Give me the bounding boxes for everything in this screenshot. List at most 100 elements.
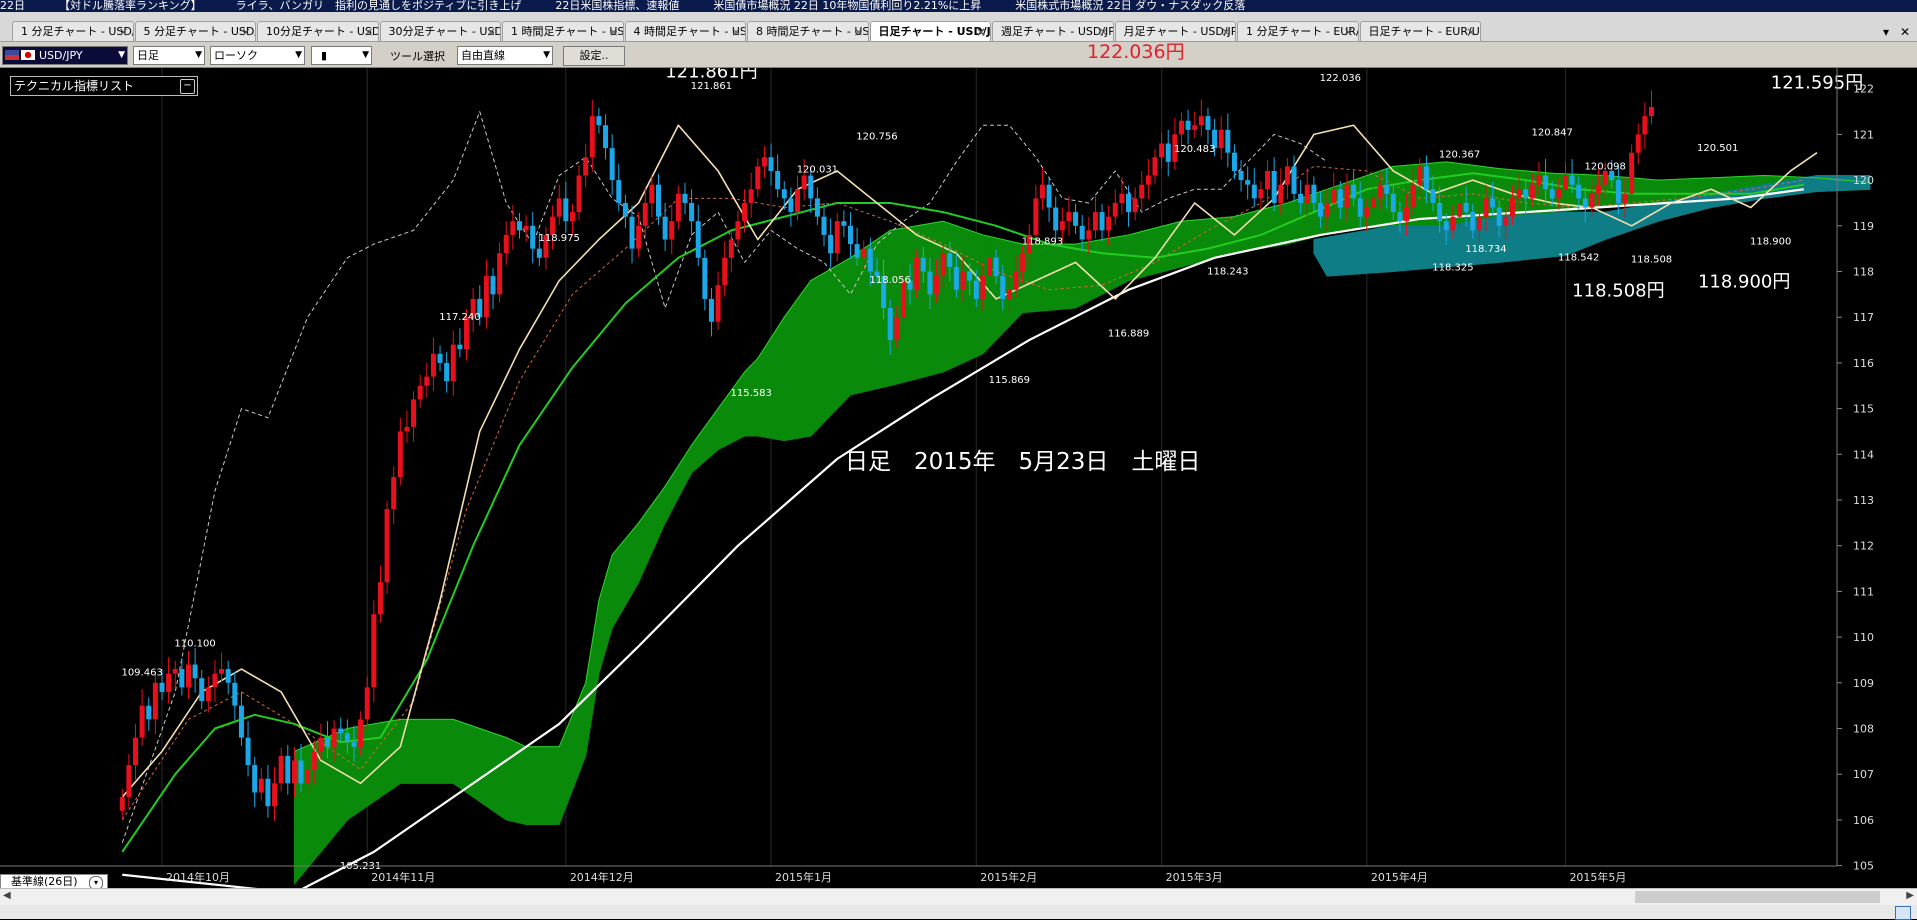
candle-body [1311, 184, 1317, 203]
candle-body [1337, 189, 1343, 208]
candle-body [1417, 166, 1423, 185]
close-icon[interactable]: ✕ [1900, 25, 1910, 39]
candle-body [1231, 152, 1237, 171]
news-ticker[interactable]: 22日 【対ドル騰落率ランキング】 ライラ、バンガリ 指利の見通しをポジティブに引き… [0, 0, 1917, 12]
candle-body [384, 509, 390, 583]
candle-body [1324, 202, 1330, 217]
chart-tab[interactable]: 10分足チャート - USD, × [257, 21, 379, 41]
chart-tab[interactable]: 1 時間足チャート - US × [502, 21, 624, 41]
candle-body [675, 193, 681, 222]
candle-body [1476, 216, 1482, 231]
tab-close-icon[interactable]: × [241, 22, 251, 41]
price-annotation: 116.889 [1108, 328, 1149, 339]
chart-tab-bar: ▾ ✕ 1 分足チャート - USD/× 5 分足チャート - USD/× 10分足… [0, 12, 1917, 42]
chart-tab[interactable]: 8 時間足チャート - US × [747, 21, 869, 41]
tab-close-icon[interactable]: × [1466, 22, 1476, 41]
candle-body [424, 376, 430, 386]
candle-body [834, 221, 840, 254]
ticker-item[interactable]: 【対ドル騰落率ランキング】 [59, 0, 202, 12]
candle-body [589, 116, 595, 158]
x-tick-label: 2015年2月 [980, 870, 1037, 884]
ticker-item[interactable]: 22日米国株指標、速報値 [555, 0, 679, 12]
chart-tab[interactable]: 1 分足チャート - EUR/× [1237, 21, 1359, 41]
candle-body [953, 266, 959, 290]
chart-tab[interactable]: 4 時間足チャート - US × [624, 21, 746, 41]
candle-body [1457, 202, 1463, 217]
candle-body [278, 755, 284, 784]
candle-body [689, 202, 695, 222]
timeframe-select[interactable]: 日足 ▼ [133, 46, 205, 65]
chevron-down-icon: ▼ [362, 50, 369, 60]
candle-body [1159, 143, 1165, 158]
chart-tab[interactable]: 日足チャート - EUR/US × [1359, 21, 1481, 41]
scrollbar-thumb[interactable] [1635, 891, 1880, 903]
scroll-left-icon[interactable]: ◀ [3, 890, 11, 901]
tab-close-icon[interactable]: × [118, 22, 128, 41]
candle-body [1304, 184, 1310, 203]
collapse-icon[interactable]: − [180, 79, 195, 94]
candle-body [1185, 120, 1191, 130]
ticker-item[interactable]: 22日 [0, 0, 25, 12]
ticker-item[interactable]: 米国株式市場概況 22日 ダウ・ナスダック反落 [1015, 0, 1245, 12]
candle-body [1357, 198, 1363, 217]
horizontal-scrollbar[interactable]: ◀ ▶ [0, 888, 1917, 905]
current-price-tag: 122.036円 [1087, 41, 1185, 63]
tab-close-icon[interactable]: × [486, 22, 496, 41]
settings-button[interactable]: 設定.. [563, 46, 625, 66]
tab-close-icon[interactable]: × [608, 22, 618, 41]
tab-close-icon[interactable]: × [363, 22, 373, 41]
candle-body [1589, 193, 1595, 208]
tab-close-icon[interactable]: × [731, 22, 741, 41]
chart-tab[interactable]: 1 分足チャート - USD/× [12, 21, 134, 41]
candle-body [1152, 157, 1158, 176]
candle-body [1073, 212, 1079, 226]
candlestick-chart[interactable]: 109.463110.100105.231117.240118.975121.8… [0, 68, 1917, 888]
chart-type-select[interactable]: ローソク ▼ [210, 46, 305, 65]
candle-body [1629, 152, 1635, 194]
currency-pair-select[interactable]: USD/JPY ▼ [2, 46, 128, 65]
candle-body [397, 431, 403, 478]
candle-body [1238, 170, 1244, 181]
candle-body [1523, 189, 1529, 199]
candle-body [417, 385, 423, 400]
tab-menu-icon[interactable]: ▾ [1883, 25, 1889, 39]
tab-close-icon[interactable]: × [853, 22, 863, 41]
scroll-right-icon[interactable]: ▶ [1906, 890, 1914, 901]
candle-body [708, 298, 714, 322]
candle-body [1205, 116, 1211, 130]
candle-body [1529, 184, 1535, 199]
x-tick-label: 2014年11月 [371, 870, 435, 884]
ticker-item[interactable]: ライラ、バンガリ 指利の見通しをポジティブに引き上げ [236, 0, 522, 12]
price-annotation: 120.483 [1174, 144, 1215, 155]
candle-body [192, 664, 198, 679]
tab-close-icon[interactable]: × [1343, 22, 1353, 41]
tab-label: 日足チャート - USD/J [878, 25, 991, 38]
candle-body [331, 728, 337, 747]
x-tick-label: 2015年4月 [1371, 870, 1428, 884]
indicator-list-panel[interactable]: テクニカル指標リスト − [10, 76, 198, 96]
candle-body [636, 225, 642, 249]
candle-body [205, 687, 211, 702]
candle-body [742, 202, 748, 222]
candle-body [656, 184, 661, 217]
drawing-tool-select[interactable]: 自由直線 ▼ [457, 46, 553, 65]
y-tick-label: 117 [1853, 311, 1874, 324]
candle-body [411, 399, 417, 427]
candle-body [1649, 106, 1654, 117]
candle-body [1496, 207, 1502, 226]
chart-tab[interactable]: 5 分足チャート - USD/× [134, 21, 256, 41]
candle-body [1284, 166, 1290, 185]
price-callout: 121.861円 [665, 68, 757, 82]
x-tick-label: 2015年3月 [1166, 870, 1223, 884]
y-tick-label: 116 [1853, 357, 1874, 370]
ticker-item[interactable]: 米国債市場概況 22日 10年物国債利回り2.21%に上昇 [713, 0, 981, 12]
chart-tab[interactable]: 30分足チャート - USD, × [379, 21, 501, 41]
tab-close-icon[interactable]: × [976, 22, 986, 41]
chart-tab[interactable]: 日足チャート - USD/J × [869, 21, 991, 41]
tab-close-icon[interactable]: × [1221, 22, 1231, 41]
candle-body [1443, 221, 1449, 231]
color-select[interactable]: ▮ ▼ [311, 46, 372, 65]
candle-body [1258, 189, 1264, 199]
candle-body [1642, 116, 1648, 135]
candle-body [715, 285, 721, 322]
